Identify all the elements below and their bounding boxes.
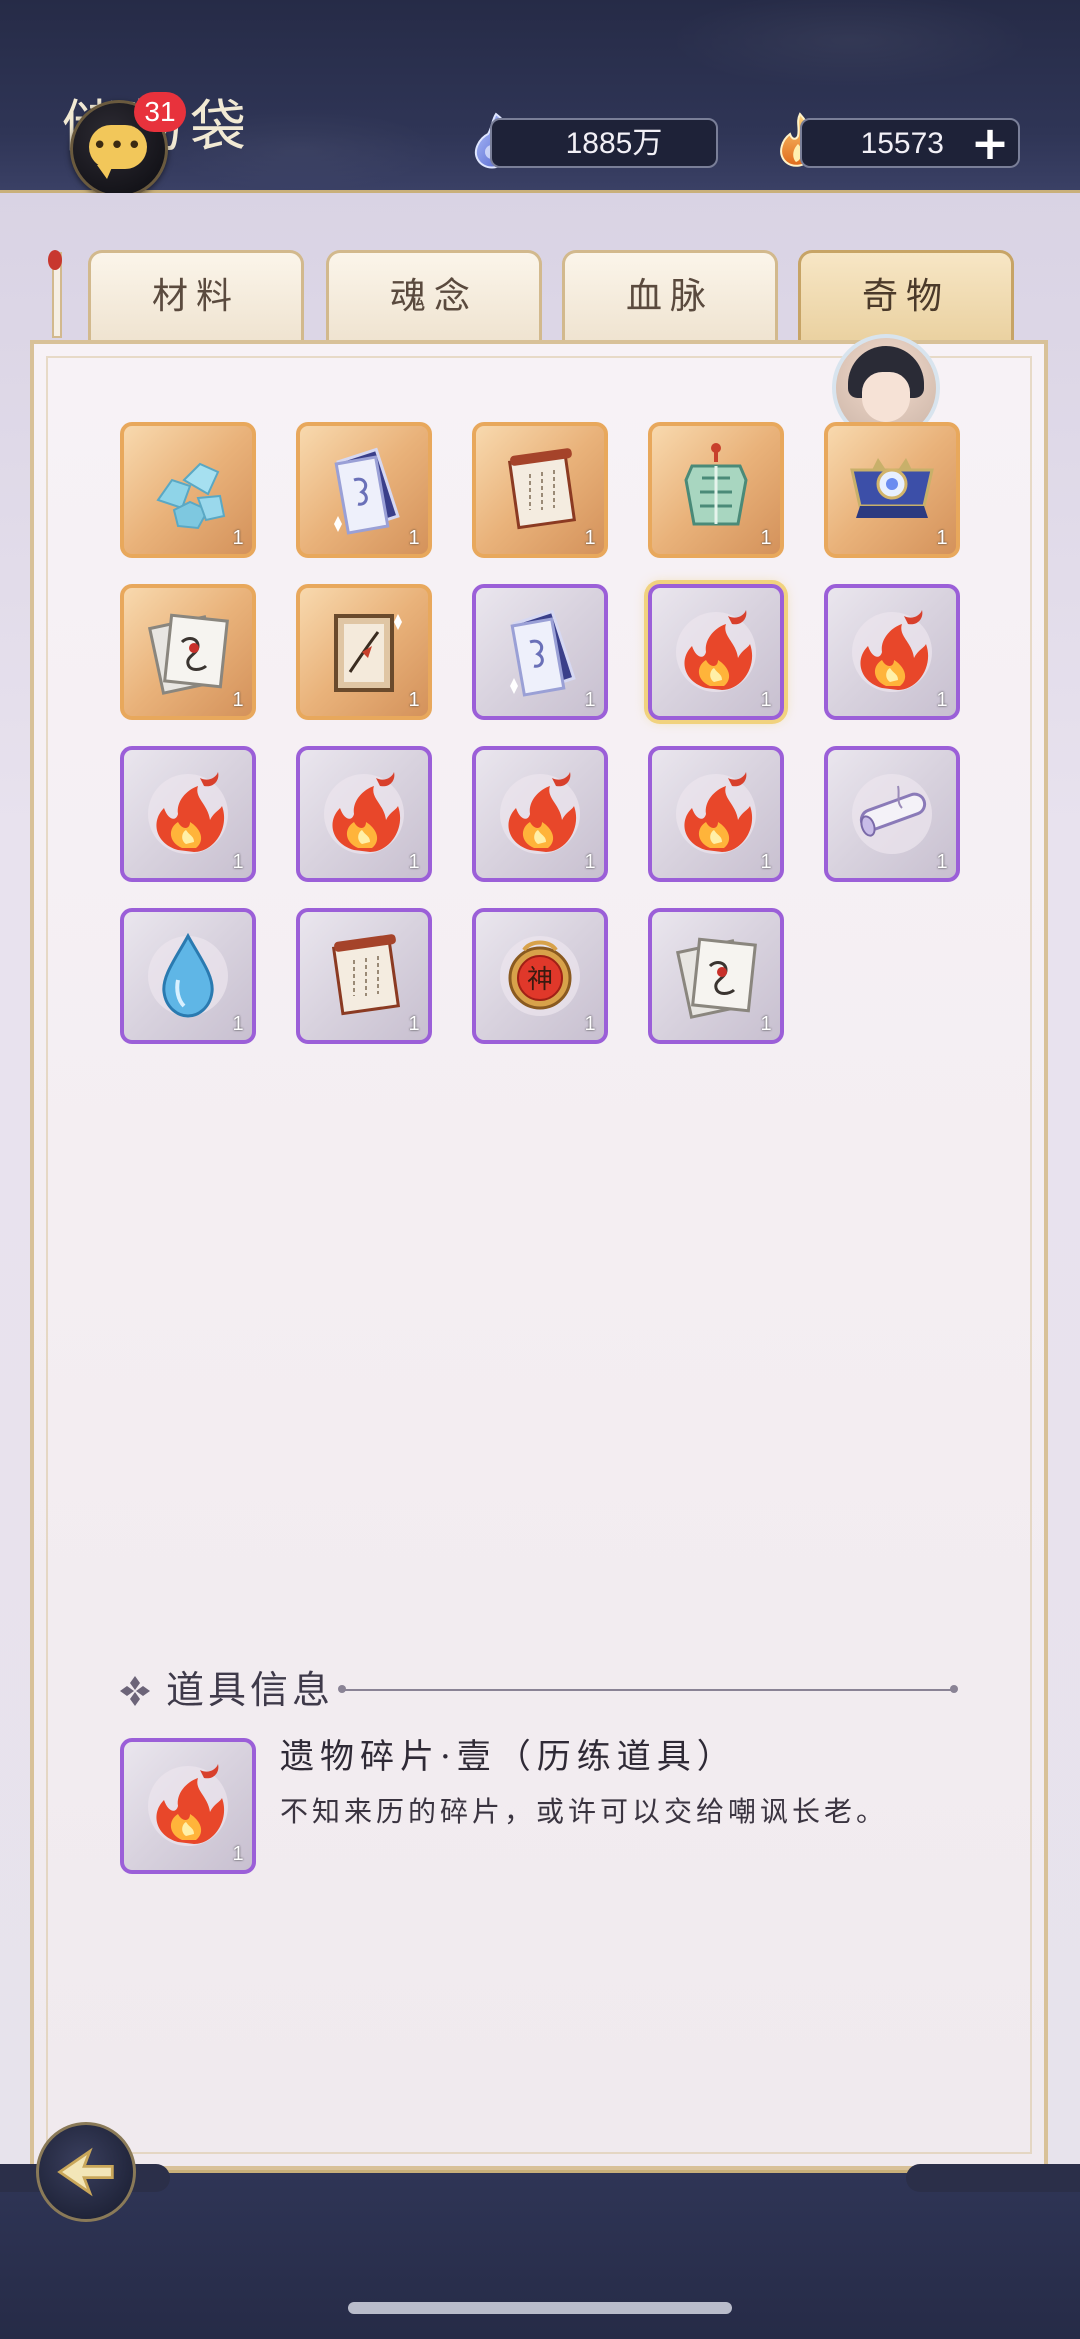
flame-fragment-icon — [500, 772, 580, 854]
tab-soul-thoughts[interactable]: 魂念 — [326, 250, 542, 342]
inventory-item-slot[interactable]: 1 — [648, 746, 784, 882]
item-quantity: 1 — [936, 527, 948, 549]
item-description: 不知来历的碎片，或许可以交给嘲讽长老。 — [280, 1795, 889, 1828]
tab-bloodline[interactable]: 血脉 — [562, 250, 778, 342]
inventory-item-slot[interactable]: 1 — [120, 584, 256, 720]
item-quantity: 1 — [232, 527, 244, 549]
scroll-icon — [331, 934, 401, 1016]
item-quantity: 1 — [584, 851, 596, 873]
sealed-letter-icon — [147, 613, 229, 695]
item-quantity: 1 — [232, 851, 244, 873]
item-quantity: 1 — [936, 689, 948, 711]
tab-curiosities[interactable]: 奇物 — [798, 250, 1014, 342]
item-quantity: 1 — [760, 1013, 772, 1035]
inventory-item-slot[interactable]: 1 — [472, 422, 608, 558]
seal-character: 神 — [527, 965, 553, 995]
sealed-letter-icon — [675, 937, 757, 1019]
item-quantity: 1 — [936, 851, 948, 873]
info-divider — [338, 1685, 958, 1693]
bottom-bar-right-ornament — [906, 2164, 1080, 2192]
diamond-bullet-icon — [120, 1676, 150, 1706]
inventory-item-slot[interactable]: 1 — [296, 908, 432, 1044]
talisman-paper-icon — [334, 447, 400, 535]
item-quantity: 1 — [408, 1013, 420, 1035]
item-quantity: 1 — [584, 689, 596, 711]
inventory-item-slot[interactable]: 1 — [120, 908, 256, 1044]
chat-bubble-icon: ••• — [89, 125, 147, 179]
inventory-item-slot[interactable]: 1 — [296, 584, 432, 720]
item-quantity: 1 — [760, 527, 772, 549]
inventory-item-slot[interactable]: 1 — [648, 422, 784, 558]
item-info-heading: 道具信息 — [166, 1668, 335, 1712]
blue-stones-icon — [156, 462, 226, 530]
rolled-scroll-icon — [852, 774, 932, 854]
item-quantity: 1 — [584, 527, 596, 549]
item-name: 遗物碎片·壹（历练道具） — [280, 1737, 737, 1777]
emblem-chest-icon — [850, 458, 934, 518]
item-quantity: 1 — [760, 851, 772, 873]
inventory-item-slot[interactable]: 1 — [648, 584, 784, 720]
back-button[interactable] — [36, 2122, 136, 2222]
item-quantity: 1 — [232, 1843, 244, 1865]
item-quantity: 1 — [232, 1013, 244, 1035]
painting-frame-icon — [334, 614, 402, 692]
flame-fragment-icon — [852, 610, 932, 692]
item-quantity: 1 — [584, 1013, 596, 1035]
chat-unread-badge: 31 — [134, 92, 186, 132]
inventory-item-slot[interactable]: 1 — [472, 746, 608, 882]
item-quantity: 1 — [408, 851, 420, 873]
inventory-item-slot[interactable]: 1 — [824, 422, 960, 558]
flame-fragment-icon — [676, 610, 756, 692]
scroll-icon — [507, 448, 577, 530]
divine-seal-icon: 神 — [500, 936, 580, 1016]
back-arrow-icon — [57, 2147, 114, 2197]
flame-fragment-icon — [148, 1764, 228, 1846]
talisman-paper-icon — [510, 609, 576, 697]
item-quantity: 1 — [232, 689, 244, 711]
rail-ornament — [48, 250, 62, 338]
water-drop-icon — [148, 932, 228, 1018]
flame-fragment-icon — [324, 772, 404, 854]
item-quantity: 1 — [760, 689, 772, 711]
soul-crystal-counter: 1885万 — [490, 118, 718, 168]
item-quantity: 1 — [408, 689, 420, 711]
inventory-item-slot[interactable]: 1 — [296, 422, 432, 558]
jade-armor-icon — [684, 443, 748, 526]
flame-fragment-icon — [676, 772, 756, 854]
tab-materials[interactable]: 材料 — [88, 250, 304, 342]
selected-item-icon: 1 — [120, 1738, 256, 1874]
flame-fragment-icon — [148, 772, 228, 854]
inventory-item-slot[interactable]: 1 — [472, 584, 608, 720]
inventory-item-slot[interactable]: 1 — [824, 584, 960, 720]
item-quantity: 1 — [408, 527, 420, 549]
home-indicator — [348, 2302, 732, 2314]
inventory-item-slot[interactable]: 1 — [824, 746, 960, 882]
inventory-item-slot[interactable]: 神1 — [472, 908, 608, 1044]
inventory-item-slot[interactable]: 1 — [648, 908, 784, 1044]
inventory-item-slot[interactable]: 1 — [120, 746, 256, 882]
add-currency-button[interactable]: + — [970, 120, 1010, 166]
inventory-item-slot[interactable]: 1 — [296, 746, 432, 882]
inventory-item-slot[interactable]: 1 — [120, 422, 256, 558]
